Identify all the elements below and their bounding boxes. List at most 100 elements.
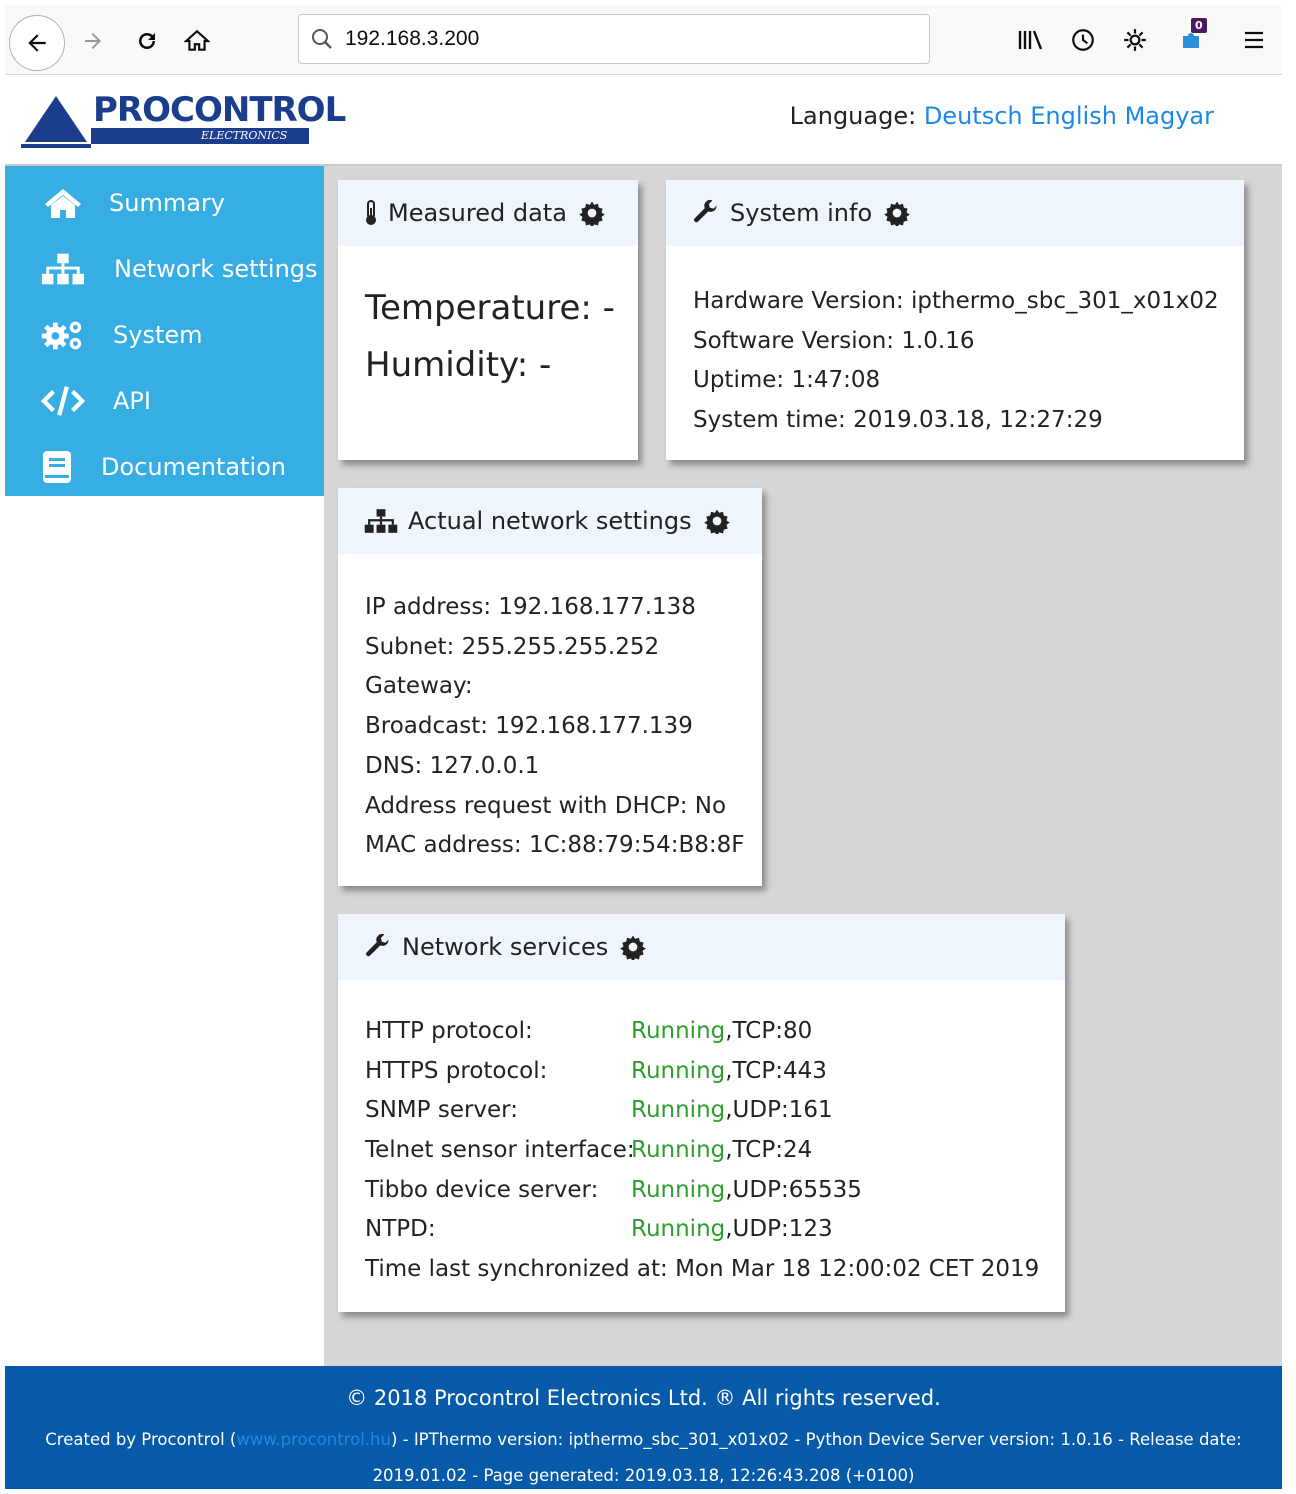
service-status: Running,TCP:24 (631, 1131, 812, 1171)
home-outline-icon (184, 29, 210, 51)
sitemap-icon (364, 508, 398, 534)
status-running: Running (631, 1216, 726, 1243)
library-button[interactable] (1013, 22, 1049, 58)
gear-icon[interactable] (579, 200, 605, 226)
site-footer: © 2018 Procontrol Electronics Ltd. ® All… (5, 1366, 1282, 1489)
status-running: Running (631, 1097, 726, 1124)
menu-button[interactable] (1236, 22, 1272, 58)
uptime: Uptime: 1:47:08 (693, 367, 881, 394)
home-icon (41, 187, 85, 219)
sidebar-item-label: Network settings (114, 255, 318, 283)
logo-triangle-icon (21, 96, 91, 148)
card-title: System info (730, 199, 873, 227)
gateway: Gateway: (365, 673, 473, 700)
url-text: 192.168.3.200 (345, 27, 480, 50)
card-title: Measured data (388, 199, 567, 227)
footer-info: Created by Procontrol (www.procontrol.hu… (35, 1422, 1252, 1494)
footer-link[interactable]: www.procontrol.hu (236, 1430, 391, 1449)
status-running: Running (631, 1018, 726, 1044)
status-running: Running (631, 1057, 726, 1084)
card-body: HTTP protocol: Running,TCP:80 HTTPS prot… (365, 1012, 1055, 1290)
footer-created-suffix: ) - IPThermo version: ipthermo_sbc_301_x… (372, 1430, 1242, 1485)
reload-icon (139, 32, 155, 49)
service-name: HTTPS protocol: (365, 1057, 548, 1084)
status-running: Running (631, 1137, 726, 1164)
reload-button[interactable] (127, 21, 167, 61)
sidebar-item-documentation[interactable]: Documentation (5, 434, 324, 500)
sidebar: Summary Network settings System API Docu… (5, 166, 324, 496)
service-status: Running,UDP:123 (631, 1210, 833, 1250)
service-name: Telnet sensor interface: (365, 1137, 635, 1164)
service-port: ,TCP:24 (725, 1137, 813, 1164)
back-button[interactable] (9, 15, 65, 71)
wrench-icon (364, 933, 392, 961)
extension-button[interactable]: 0 (1173, 18, 1209, 58)
service-status: Running,TCP:443 (631, 1052, 827, 1092)
hardware-version: Hardware Version: ipthermo_sbc_301_x01x0… (693, 288, 1219, 314)
card-title: Actual network settings (408, 507, 692, 535)
temperature-value: Temperature: - (365, 288, 615, 328)
service-port: ,UDP:123 (725, 1216, 833, 1243)
footer-created-prefix: Created by Procontrol ( (45, 1430, 237, 1449)
card-header: Network services (338, 914, 1065, 980)
dhcp-setting: Address request with DHCP: No (365, 792, 727, 819)
mac-address: MAC address: 1C:88:79:54:B8:8F (365, 832, 745, 859)
language-link-magyar[interactable]: Magyar (1125, 102, 1214, 130)
sidebar-item-network-settings[interactable]: Network settings (5, 236, 324, 302)
card-header: Measured data (338, 180, 638, 246)
card-body: IP address: 192.168.177.138 Subnet: 255.… (365, 588, 744, 866)
procontrol-logo[interactable]: PROCONTROL ELECTRONICS (21, 88, 346, 152)
wrench-icon (692, 199, 720, 227)
page: PROCONTROL ELECTRONICS Language: Deutsch… (5, 76, 1282, 1489)
card-body: Hardware Version: ipthermo_sbc_301_x01x0… (693, 282, 1219, 441)
settings-button[interactable] (1117, 22, 1153, 58)
subnet: Subnet: 255.255.255.252 (365, 633, 660, 660)
service-row-telnet: Telnet sensor interface: Running,TCP:24 (365, 1131, 1055, 1171)
ip-address: IP address: 192.168.177.138 (365, 594, 696, 620)
footer-copyright: © 2018 Procontrol Electronics Ltd. ® All… (346, 1386, 941, 1410)
measured-data-card: Measured data Temperature: - Humidity: - (338, 180, 638, 460)
gear-icon[interactable] (884, 200, 910, 226)
url-bar[interactable]: 192.168.3.200 (298, 14, 930, 64)
system-time: System time: 2019.03.18, 12:27:29 (693, 407, 1103, 434)
service-status: Running,UDP:161 (631, 1091, 833, 1131)
status-running: Running (631, 1176, 726, 1203)
book-icon (35, 449, 79, 485)
arrow-left-icon (28, 34, 46, 52)
clock-icon (1072, 29, 1094, 51)
site-header: PROCONTROL ELECTRONICS Language: Deutsch… (5, 76, 1282, 166)
sidebar-item-summary[interactable]: Summary (5, 170, 324, 236)
sidebar-item-system[interactable]: System (5, 302, 324, 368)
service-name: Tibbo device server: (365, 1176, 599, 1203)
network-settings-card: Actual network settings IP address: 192.… (338, 488, 762, 886)
extension-badge: 0 (1191, 18, 1207, 33)
language-link-deutsch[interactable]: Deutsch (924, 102, 1023, 130)
dns: DNS: 127.0.0.1 (365, 752, 540, 779)
language-link-english[interactable]: English (1030, 102, 1117, 130)
language-selector: Language: Deutsch English Magyar (790, 102, 1214, 130)
service-name: HTTP protocol: (365, 1018, 533, 1044)
gear-icon (1124, 29, 1146, 51)
card-header: Actual network settings (338, 488, 762, 554)
history-button[interactable] (1065, 22, 1101, 58)
gear-icon[interactable] (620, 934, 647, 960)
code-icon (41, 384, 85, 418)
logo-text: PROCONTROL (93, 90, 346, 130)
card-header: System info (666, 180, 1244, 246)
service-port: ,UDP:161 (725, 1097, 833, 1124)
forward-button[interactable] (73, 21, 113, 61)
sidebar-item-label: System (113, 321, 203, 349)
gear-icon[interactable] (703, 508, 730, 534)
service-name: SNMP server: (365, 1097, 518, 1124)
network-services-card: Network services HTTP protocol: Running,… (338, 914, 1065, 1312)
home-button[interactable] (177, 21, 217, 61)
service-row-tibbo: Tibbo device server: Running,UDP:65535 (365, 1171, 1055, 1211)
right-edge (1282, 0, 1296, 1489)
service-port: ,TCP:443 (725, 1057, 827, 1084)
logo-subtext: ELECTRONICS (201, 129, 288, 142)
sidebar-item-api[interactable]: API (5, 368, 324, 434)
service-status: Running,TCP:80 (631, 1012, 812, 1052)
service-port: ,TCP:80 (725, 1018, 813, 1044)
hamburger-icon (1245, 31, 1263, 49)
service-row-http: HTTP protocol: Running,TCP:80 (365, 1012, 1055, 1052)
